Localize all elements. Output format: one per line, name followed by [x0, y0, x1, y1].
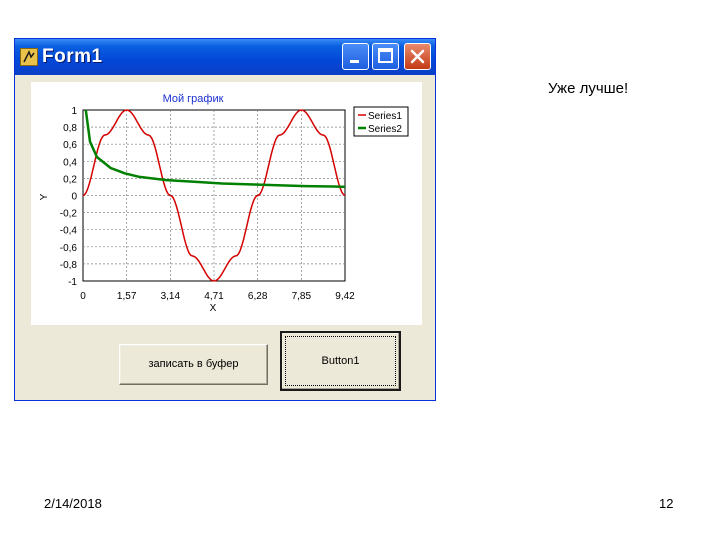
chart-title: Мой график: [163, 93, 224, 105]
chart-xlabel: X: [210, 303, 217, 314]
delphi-app-icon: [20, 48, 38, 66]
slide-date: 2/14/2018: [44, 496, 102, 511]
y-tick-label: -0,6: [60, 243, 78, 254]
title-bar[interactable]: Form1: [15, 39, 435, 75]
y-tick-label: -0,4: [60, 226, 78, 237]
x-tick-label: 7,85: [292, 291, 312, 302]
chart-ylabel: Y: [39, 193, 50, 200]
chart-panel: Мой график Y X 0 1,57 3,14 4,71 6,28 7,85 9,42…: [31, 82, 422, 325]
legend-label-series1: Series1: [368, 111, 402, 122]
copy-to-clipboard-button[interactable]: записать в буфер: [119, 344, 268, 385]
minimize-button[interactable]: [342, 43, 369, 70]
x-tick-label: 1,57: [117, 291, 137, 302]
close-button[interactable]: [404, 43, 431, 70]
x-tick-label: 3,14: [161, 291, 181, 302]
button1[interactable]: Button1: [280, 331, 401, 391]
x-tick-label: 4,71: [204, 291, 224, 302]
y-tick-label: 0,2: [63, 174, 77, 185]
close-icon: [410, 49, 425, 64]
button1-label: Button1: [321, 355, 360, 367]
x-tick-label: 6,28: [248, 291, 268, 302]
chart-legend: Series1 Series2: [353, 106, 409, 137]
x-tick-label: 9,42: [335, 291, 355, 302]
y-tick-label: 0,8: [63, 123, 77, 134]
y-tick-label: 1: [71, 106, 77, 117]
y-tick-label: 0,4: [63, 157, 77, 168]
form1-window: Form1 Мой график Y X 0 1,57 3,14 4,71 6,28 7,…: [14, 38, 436, 401]
y-tick-label: -1: [68, 277, 77, 288]
slide-note: Уже лучше!: [548, 80, 629, 97]
maximize-button[interactable]: [372, 43, 399, 70]
y-tick-label: -0,8: [60, 260, 78, 271]
y-tick-label: -0,2: [60, 209, 78, 220]
y-tick-label: 0,6: [63, 140, 77, 151]
minimize-icon: [350, 60, 359, 63]
line-chart: Мой график Y X 0 1,57 3,14 4,71 6,28 7,85 9,42…: [39, 93, 409, 314]
legend-label-series2: Series2: [368, 124, 402, 135]
x-tick-label: 0: [80, 291, 86, 302]
slide-page-number: 12: [659, 496, 674, 511]
window-title: Form1: [42, 46, 103, 67]
y-tick-label: 0: [71, 192, 77, 203]
maximize-icon: [378, 48, 393, 63]
